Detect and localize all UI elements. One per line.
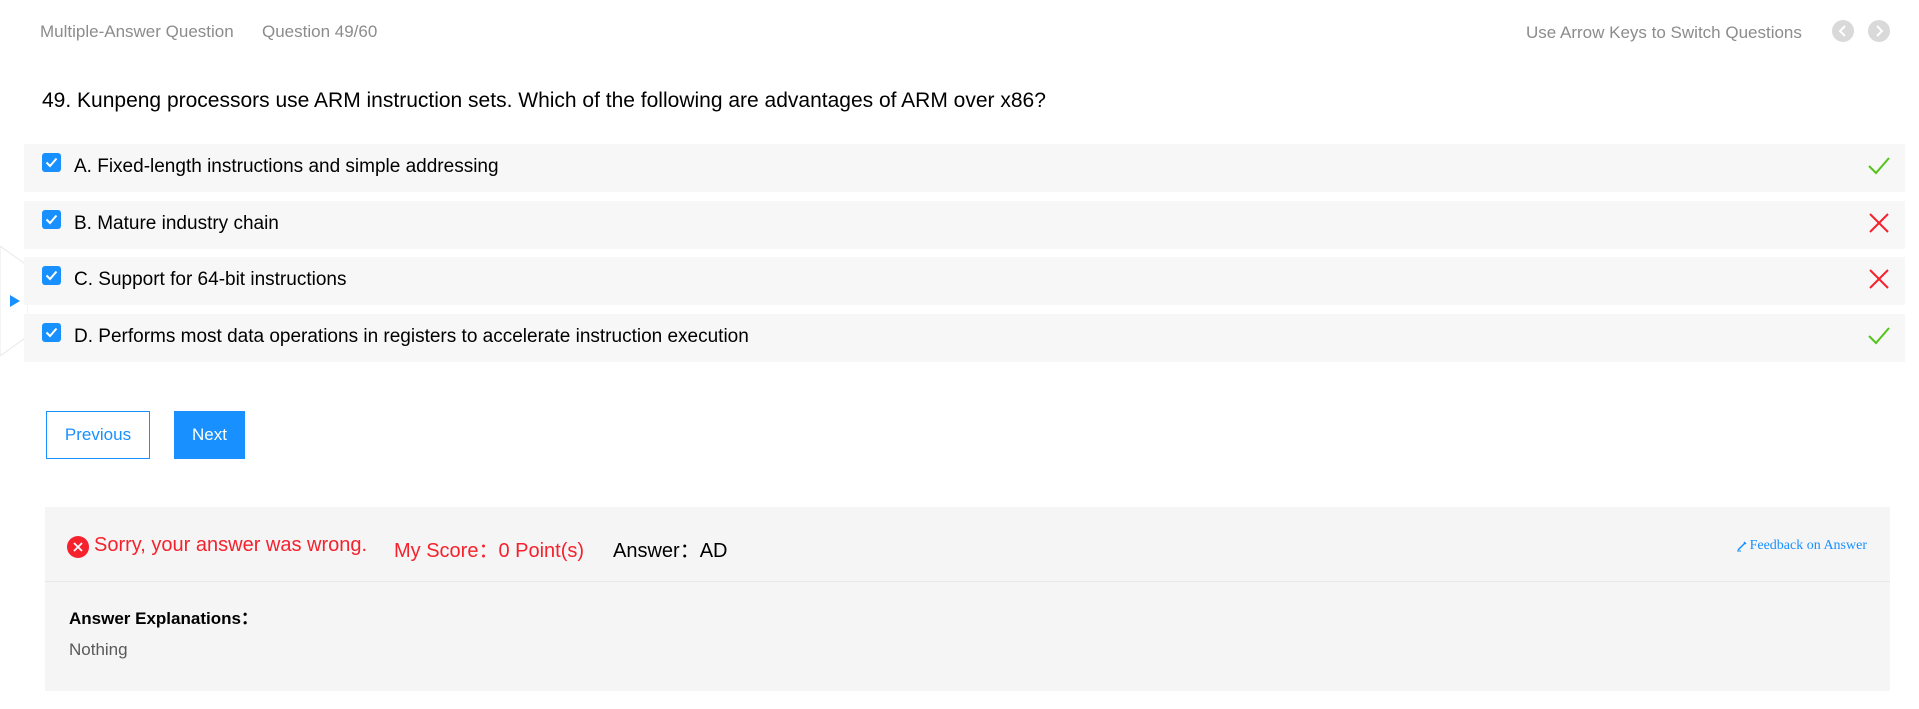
feedback-link[interactable]: Feedback on Answer bbox=[1736, 538, 1867, 554]
keyboard-hint: Use Arrow Keys to Switch Questions bbox=[1526, 23, 1802, 42]
check-icon bbox=[45, 157, 58, 168]
explanation-body: Nothing bbox=[69, 640, 128, 659]
option-d-label: D. Performs most data operations in regi… bbox=[74, 326, 749, 347]
check-icon bbox=[45, 327, 58, 338]
option-c-label: C. Support for 64-bit instructions bbox=[74, 269, 347, 290]
correct-answer: Answer：AD bbox=[613, 540, 728, 562]
previous-question-arrow[interactable] bbox=[1832, 20, 1854, 42]
option-b-checkbox[interactable] bbox=[42, 210, 61, 229]
option-b[interactable]: B. Mature industry chain bbox=[24, 201, 1905, 249]
result-panel: Sorry, your answer was wrong. My Score：0… bbox=[45, 507, 1890, 691]
wrong-x-icon bbox=[1869, 269, 1889, 289]
previous-button[interactable]: Previous bbox=[46, 411, 150, 459]
check-icon bbox=[45, 214, 58, 225]
wrong-x-icon bbox=[1869, 213, 1889, 233]
next-question-arrow[interactable] bbox=[1868, 20, 1890, 42]
chevron-left-icon bbox=[1838, 25, 1846, 37]
option-a-label: A. Fixed-length instructions and simple … bbox=[74, 156, 499, 177]
feedback-link-label: Feedback on Answer bbox=[1749, 538, 1867, 553]
correct-check-icon bbox=[1868, 327, 1890, 345]
question-text: 49. Kunpeng processors use ARM instructi… bbox=[42, 89, 1046, 112]
edit-icon bbox=[1736, 541, 1747, 552]
option-a[interactable]: A. Fixed-length instructions and simple … bbox=[24, 144, 1905, 192]
option-d[interactable]: D. Performs most data operations in regi… bbox=[24, 314, 1905, 362]
option-b-label: B. Mature industry chain bbox=[74, 213, 279, 234]
error-circle-icon bbox=[67, 536, 89, 558]
option-d-checkbox[interactable] bbox=[42, 323, 61, 342]
option-a-checkbox[interactable] bbox=[42, 153, 61, 172]
chevron-right-icon bbox=[1876, 25, 1884, 37]
my-score: My Score：0 Point(s) bbox=[394, 540, 585, 562]
option-c-checkbox[interactable] bbox=[42, 266, 61, 285]
result-status: Sorry, your answer was wrong. bbox=[94, 534, 368, 556]
top-bar: Multiple-Answer Question Question 49/60 … bbox=[0, 0, 1919, 66]
explanation-title: Answer Explanations： bbox=[69, 609, 258, 628]
check-icon bbox=[45, 270, 58, 281]
option-c[interactable]: C. Support for 64-bit instructions bbox=[24, 257, 1905, 305]
question-type-label: Multiple-Answer Question bbox=[40, 22, 234, 41]
result-header: Sorry, your answer was wrong. My Score：0… bbox=[45, 507, 1890, 582]
correct-check-icon bbox=[1868, 157, 1890, 175]
next-button[interactable]: Next bbox=[174, 411, 245, 459]
question-counter: Question 49/60 bbox=[262, 22, 378, 41]
